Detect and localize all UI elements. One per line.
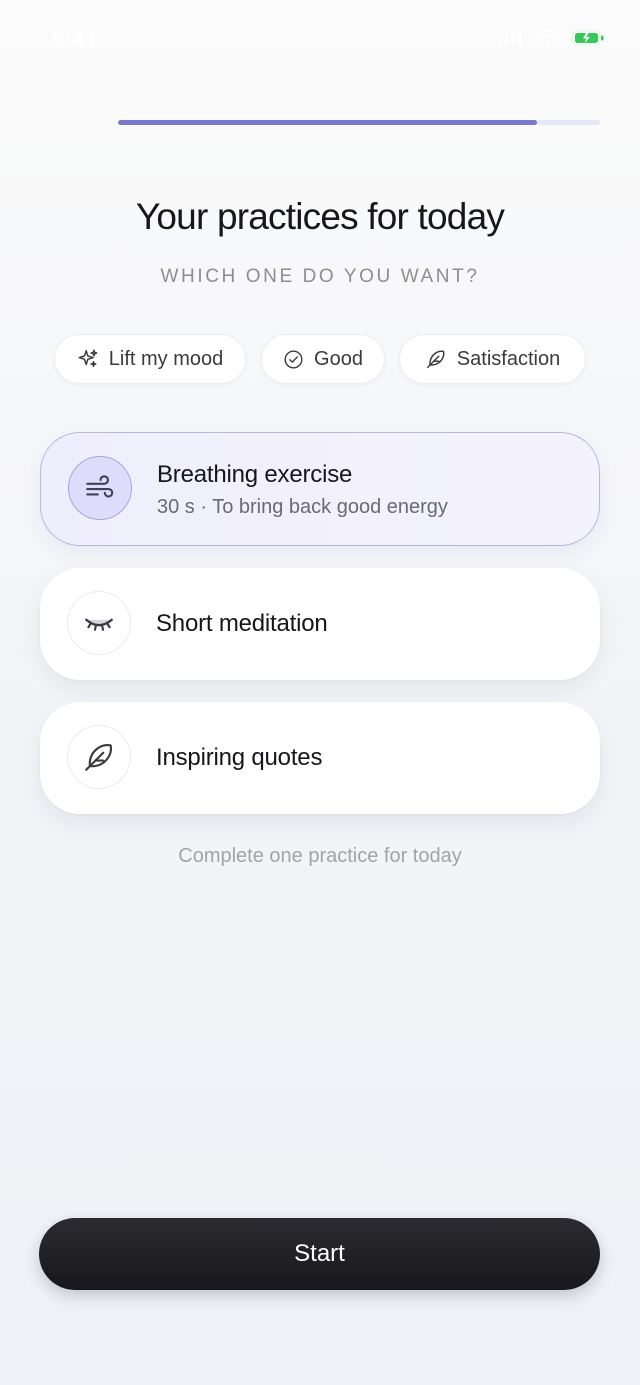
signal-icon	[497, 30, 522, 46]
progress-bar	[118, 120, 600, 125]
practice-subtitle: 30 s · To bring back good energy	[157, 496, 448, 518]
practice-icon-circle	[67, 591, 131, 655]
feather-icon	[85, 744, 112, 771]
practice-card-meditation[interactable]: Short meditation	[40, 568, 600, 680]
practice-title: Breathing exercise	[157, 461, 353, 488]
status-bar: 9:41	[0, 0, 640, 80]
chip-lift-my-mood[interactable]: Lift my mood	[54, 334, 246, 384]
status-icons	[496, 29, 604, 47]
progress-bar-fill	[118, 120, 538, 125]
status-time: 9:41	[52, 27, 99, 52]
closed-eye-icon	[85, 618, 113, 631]
practice-icon-circle	[68, 456, 132, 520]
practice-card-breathing[interactable]: Breathing exercise 30 s · To bring back …	[40, 432, 600, 546]
page-title: Your practices for today	[135, 196, 505, 237]
battery-icon	[572, 30, 604, 46]
wifi-icon	[536, 29, 562, 46]
practice-card-quotes[interactable]: Inspiring quotes	[40, 702, 600, 814]
practice-icon-circle	[67, 725, 131, 789]
start-button[interactable]: Start	[39, 1218, 600, 1290]
practice-title: Inspiring quotes	[156, 744, 323, 771]
chip-label: Lift my mood	[108, 347, 224, 370]
practice-title: Short meditation	[156, 610, 328, 637]
check-circle-icon	[284, 349, 303, 369]
chip-label: Good	[314, 347, 363, 370]
wind-icon	[86, 475, 114, 498]
feather-icon	[426, 350, 445, 368]
chip-label: Satisfaction	[456, 347, 561, 370]
chip-satisfaction[interactable]: Satisfaction	[399, 334, 586, 384]
footnote: Complete one practice for today	[178, 845, 462, 867]
chip-good[interactable]: Good	[261, 334, 385, 384]
page-subtitle: WHICH ONE DO YOU WANT?	[160, 266, 480, 287]
sparkle-icon	[78, 349, 98, 368]
